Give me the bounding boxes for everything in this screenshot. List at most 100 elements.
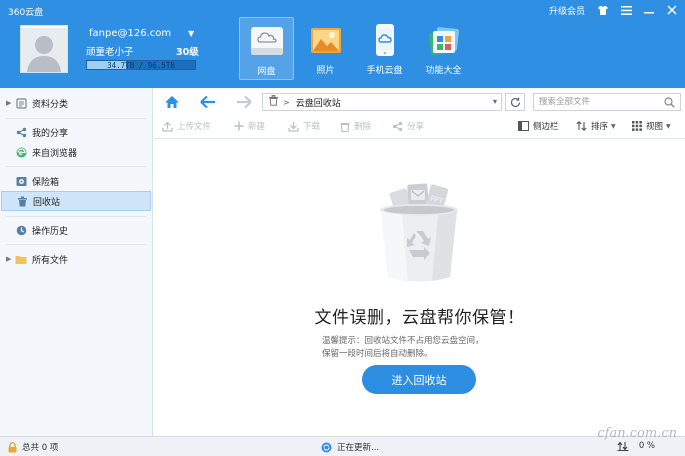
- upgrade-vip-link[interactable]: 升级会员: [549, 4, 585, 17]
- transfer-icon: [617, 441, 629, 451]
- refresh-button[interactable]: [505, 93, 525, 111]
- safe-icon: [15, 175, 27, 187]
- expand-arrow-icon[interactable]: ▶: [6, 255, 15, 263]
- back-button[interactable]: [198, 92, 218, 112]
- history-icon: [15, 224, 27, 236]
- search-icon[interactable]: [664, 97, 675, 111]
- new-label: 新建: [248, 122, 266, 132]
- recycle-bin-icon: [268, 95, 279, 109]
- forward-button[interactable]: [234, 92, 254, 112]
- tip-line: 温馨提示：回收站文件不占用您云盘空间，: [322, 336, 484, 346]
- nav-label: 网盘: [257, 67, 276, 77]
- trash-icon: [340, 121, 350, 132]
- sort-button[interactable]: 排序 ▼: [576, 120, 616, 132]
- nav-tab-photos[interactable]: 照片: [298, 17, 353, 80]
- phone-cloud-icon: [367, 22, 403, 58]
- sidebar-item-recycle-bin[interactable]: 回收站: [1, 191, 151, 211]
- path-breadcrumb[interactable]: > 云盘回收站 ▾: [262, 93, 502, 111]
- plus-icon: [234, 121, 244, 131]
- home-button[interactable]: [162, 92, 182, 112]
- nav-label: 照片: [316, 66, 335, 76]
- nav-label: 功能大全: [425, 66, 462, 76]
- grid-view-icon: [632, 121, 642, 131]
- chevron-right-icon: >: [283, 97, 290, 107]
- user-nickname: 顽童老小子: [86, 47, 134, 58]
- nav-tab-phone-cloud[interactable]: 手机云盘: [357, 17, 412, 80]
- sidebar-item-categories[interactable]: ▶ 资料分类: [1, 93, 151, 113]
- sidebar-item-label: 所有文件: [32, 255, 69, 266]
- nav-tab-cloud-disk[interactable]: 网盘: [239, 17, 294, 80]
- recycle-bin-illustration-icon: PPT: [378, 180, 460, 288]
- sidebar-toggle-label: 侧边栏: [533, 122, 559, 132]
- download-button[interactable]: 下载: [288, 120, 320, 132]
- tip-line: 保留一段时间后将自动删除。: [322, 349, 433, 359]
- apps-icon: [426, 22, 462, 58]
- status-sync-text: 正在更新...: [337, 443, 380, 453]
- nav-tab-all-features[interactable]: 功能大全: [416, 17, 471, 80]
- share-label: 分享: [407, 122, 425, 132]
- user-level: 30级: [176, 47, 199, 58]
- sidebar-item-label: 保险箱: [32, 177, 60, 188]
- sidebar-item-all-files[interactable]: ▶ 所有文件: [1, 249, 151, 269]
- path-text: 云盘回收站: [295, 98, 341, 109]
- sidebar-icon: [518, 121, 529, 131]
- download-label: 下载: [303, 122, 321, 132]
- share-icon: [15, 126, 27, 138]
- recycle-bin-empty-state: PPT 文件误删，云盘帮你保管！ 温馨提示：回收站文件不占用您云盘空间， 保留一…: [154, 140, 685, 436]
- storage-quota-bar: 34.7TB / 96.5TB: [86, 60, 196, 70]
- sync-icon: [321, 442, 332, 453]
- navigation-toolbar: > 云盘回收站 ▾: [154, 88, 685, 115]
- close-icon[interactable]: [665, 3, 679, 17]
- upload-button[interactable]: 上传文件: [162, 120, 211, 132]
- arrow-left-icon: [200, 95, 215, 109]
- enter-recycle-bin-button[interactable]: 进入回收站: [362, 365, 476, 394]
- refresh-icon: [510, 97, 520, 107]
- sort-icon: [576, 121, 587, 131]
- arrow-right-icon: [237, 95, 252, 109]
- share-button[interactable]: 分享: [392, 120, 424, 132]
- sidebar-item-label: 操作历史: [32, 226, 69, 237]
- skin-icon[interactable]: [596, 3, 610, 17]
- sidebar-item-history[interactable]: 操作历史: [1, 220, 151, 240]
- sidebar-item-from-browser[interactable]: 来自浏览器: [1, 142, 151, 162]
- transfer-status[interactable]: 0 %: [617, 441, 655, 451]
- avatar[interactable]: [20, 25, 68, 73]
- sidebar-divider: [6, 118, 146, 119]
- upload-label: 上传文件: [177, 122, 212, 132]
- home-icon: [165, 96, 179, 108]
- expand-arrow-icon[interactable]: ▶: [6, 99, 15, 107]
- menu-icon[interactable]: [619, 3, 633, 17]
- new-button[interactable]: 新建: [234, 120, 265, 132]
- minimize-icon[interactable]: [642, 3, 656, 17]
- view-mode-button[interactable]: 视图 ▼: [632, 120, 671, 132]
- sidebar-divider: [6, 244, 146, 245]
- upload-icon: [162, 121, 173, 132]
- status-total-text: 总共 0 项: [22, 443, 59, 453]
- browser-icon: [15, 146, 27, 158]
- download-icon: [288, 121, 299, 132]
- sidebar-item-my-shares[interactable]: 我的分享: [1, 122, 151, 142]
- sidebar-item-label: 资料分类: [32, 99, 69, 110]
- chevron-down-icon: ▼: [611, 122, 616, 130]
- sidebar-item-safe[interactable]: 保险箱: [1, 171, 151, 191]
- lock-icon: [8, 441, 17, 453]
- nav-label: 手机云盘: [366, 66, 403, 76]
- main-nav: 网盘 照片 手机云盘 功能大全: [239, 17, 471, 80]
- user-email[interactable]: fanpe@126.com: [89, 28, 171, 39]
- empty-state-tip: 温馨提示：回收站文件不占用您云盘空间， 保留一段时间后将自动删除。: [322, 335, 484, 361]
- sort-label: 排序: [591, 122, 609, 132]
- sidebar-item-label: 来自浏览器: [32, 148, 78, 159]
- empty-state-title: 文件误删，云盘帮你保管！: [314, 308, 525, 328]
- status-total: 总共 0 项: [8, 441, 58, 453]
- status-sync: 正在更新...: [321, 441, 379, 453]
- search-box: [533, 93, 681, 111]
- chevron-down-icon[interactable]: ▾: [493, 97, 497, 106]
- search-input[interactable]: [539, 97, 659, 107]
- share-icon: [392, 121, 403, 132]
- delete-button[interactable]: 删除: [340, 120, 371, 132]
- account-dropdown-icon[interactable]: ▼: [188, 29, 194, 38]
- title-bar: 360云盘 升级会员 fanpe@126.com ▼ 顽童老小子 30级 34.…: [0, 0, 685, 88]
- sidebar-divider: [6, 216, 146, 217]
- sidebar-toggle-button[interactable]: 侧边栏: [518, 120, 559, 132]
- recycle-bin-icon: [16, 195, 28, 207]
